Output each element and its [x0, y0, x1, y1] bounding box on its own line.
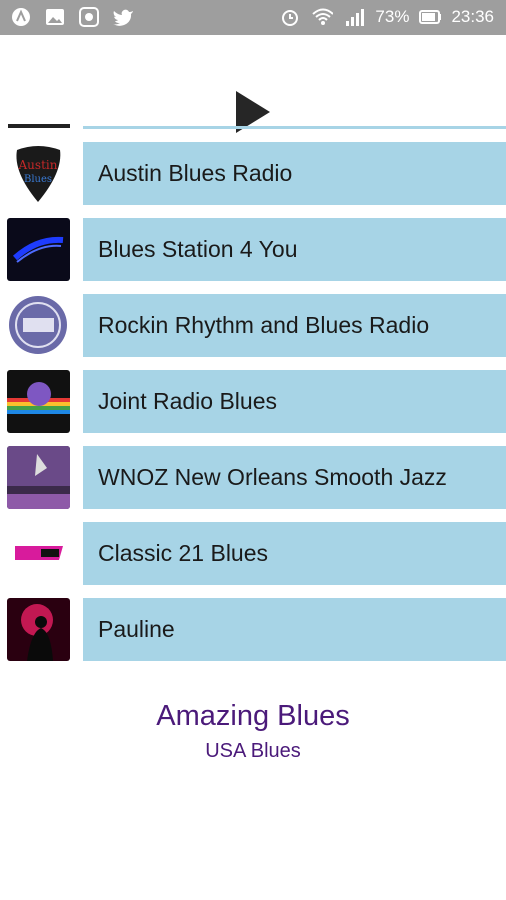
station-row-rockin-rhythm-and-blues-radio[interactable]: Rockin Rhythm and Blues Radio — [0, 294, 506, 370]
station-name: Joint Radio Blues — [83, 370, 506, 433]
station-row-blues-station-4-you[interactable]: Blues Station 4 You — [0, 218, 506, 294]
station-logo — [7, 370, 70, 433]
station-logo — [7, 218, 70, 281]
radio-icon — [78, 6, 100, 28]
station-logo: Austin Blues — [7, 142, 70, 205]
station-name: WNOZ New Orleans Smooth Jazz — [83, 446, 506, 509]
svg-text:Austin: Austin — [18, 158, 58, 172]
app-icon — [10, 6, 32, 28]
station-name: Classic 21 Blues — [83, 522, 506, 585]
station-logo — [7, 294, 70, 357]
station-row-classic-21-blues[interactable]: Classic 21 Blues — [0, 522, 506, 598]
wifi-icon — [311, 6, 334, 28]
alarm-icon — [279, 6, 301, 28]
station-row-joint-radio-blues[interactable]: Joint Radio Blues — [0, 370, 506, 446]
battery-icon — [419, 6, 442, 28]
station-row-pauline[interactable]: Pauline — [0, 598, 506, 674]
station-row-wnoz-new-orleans-smooth-jazz[interactable]: WNOZ New Orleans Smooth Jazz — [0, 446, 506, 522]
partial-thumbnail — [8, 124, 70, 128]
station-name: Pauline — [83, 598, 506, 661]
station-logo — [7, 446, 70, 509]
station-logo — [7, 598, 70, 661]
station-logo — [7, 522, 70, 585]
status-bar: 73% 23:36 — [0, 0, 506, 35]
battery-percent: 73% — [375, 7, 410, 26]
twitter-icon — [112, 6, 134, 28]
partial-station-row — [83, 126, 506, 129]
footer-subtitle: USA Blues — [205, 740, 301, 762]
image-icon — [44, 6, 66, 28]
footer-title: Amazing Blues — [156, 700, 350, 732]
station-name: Austin Blues Radio — [83, 142, 506, 205]
player-header — [0, 35, 506, 133]
station-name: Rockin Rhythm and Blues Radio — [83, 294, 506, 357]
station-list: Austin Blues Austin Blues Radio Blues Sta… — [0, 142, 506, 674]
signal-icon — [343, 6, 365, 28]
svg-text:Blues: Blues — [24, 174, 52, 185]
clock: 23:36 — [451, 7, 494, 26]
station-row-austin-blues-radio[interactable]: Austin Blues Austin Blues Radio — [0, 142, 506, 218]
station-name: Blues Station 4 You — [83, 218, 506, 281]
